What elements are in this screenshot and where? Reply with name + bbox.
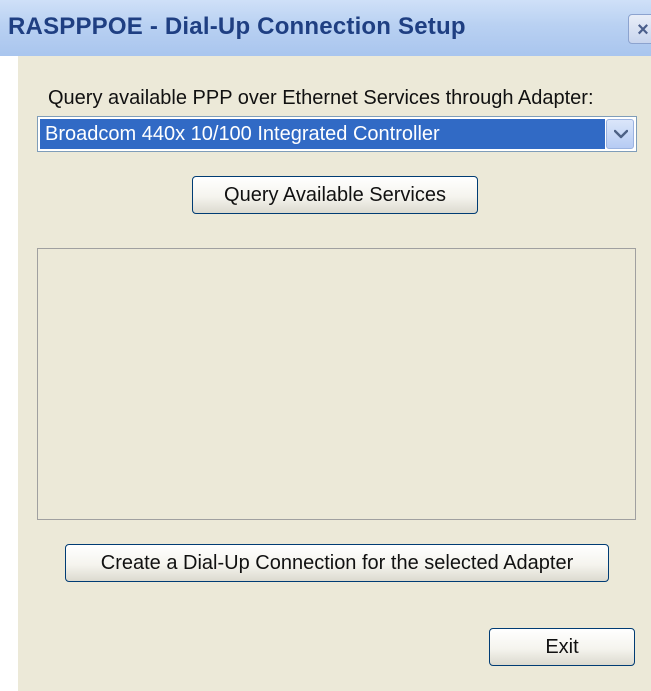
adapter-dropdown[interactable]: Broadcom 440x 10/100 Integrated Controll… <box>37 116 637 152</box>
adapter-label: Query available PPP over Ethernet Servic… <box>48 87 594 109</box>
window-left-edge <box>0 56 18 691</box>
dialog-window: RASPPPOE - Dial-Up Connection Setup × Qu… <box>0 0 651 691</box>
window-title: RASPPPOE - Dial-Up Connection Setup <box>8 13 466 40</box>
create-connection-button[interactable]: Create a Dial-Up Connection for the sele… <box>65 544 609 582</box>
chevron-down-icon <box>614 129 628 139</box>
exit-button[interactable]: Exit <box>489 628 635 666</box>
query-services-button[interactable]: Query Available Services <box>192 176 478 214</box>
close-icon: × <box>637 19 649 41</box>
title-bar[interactable]: RASPPPOE - Dial-Up Connection Setup × <box>0 0 651 56</box>
close-button[interactable]: × <box>628 14 651 44</box>
dropdown-button[interactable] <box>606 119 634 149</box>
services-list[interactable] <box>37 248 636 520</box>
adapter-selected-value[interactable]: Broadcom 440x 10/100 Integrated Controll… <box>40 119 605 149</box>
